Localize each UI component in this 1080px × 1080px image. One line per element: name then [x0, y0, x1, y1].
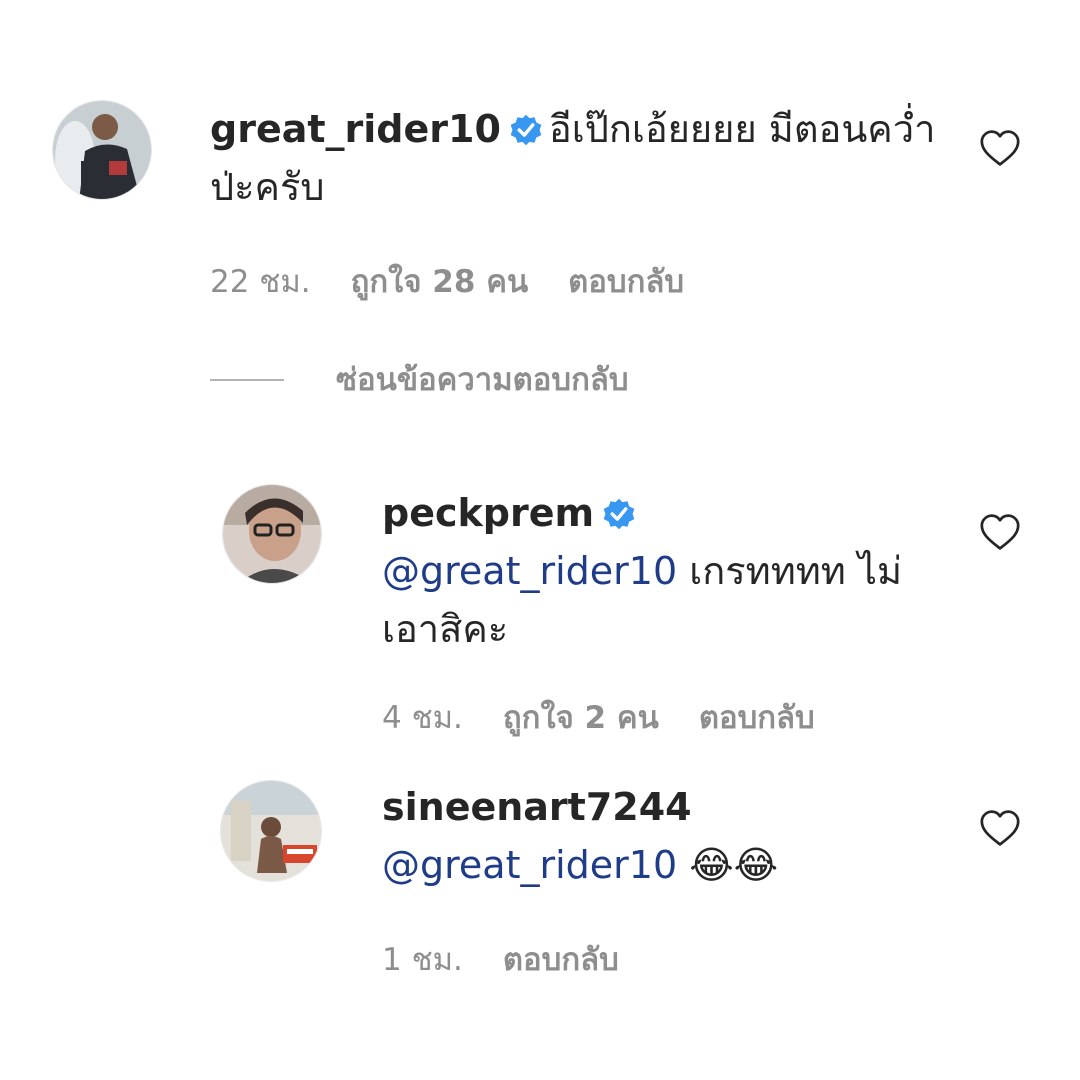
avatar-sineenart7244[interactable]	[220, 780, 322, 882]
reply-time: 1 ชม.	[382, 942, 463, 978]
comment-body: great_rider10 อีเป๊กเอ้ยยยย มีตอนคว่ำป่ะ…	[210, 100, 940, 216]
reply-time: 4 ชม.	[382, 700, 463, 736]
verified-badge-icon	[603, 498, 635, 530]
reply-username[interactable]: peckprem	[382, 491, 594, 535]
reply-button[interactable]: ตอบกลับ	[503, 940, 619, 980]
comment-time: 22 ชม.	[210, 264, 311, 300]
reply-meta: 1 ชม. ตอบกลับ	[382, 940, 619, 980]
laughing-tears-emoji: 😂😂	[689, 843, 779, 887]
comment-username[interactable]: great_rider10	[210, 107, 501, 151]
reply-body: sineenart7244 @great_rider10 😂😂	[382, 778, 922, 894]
reply-body: peckprem @great_rider10 เกรทททท ไม่เอาสิ…	[382, 484, 922, 658]
reply-username[interactable]: sineenart7244	[382, 785, 692, 829]
heart-outline-icon[interactable]	[978, 128, 1022, 168]
reply-meta: 4 ชม. ถูกใจ 2 คน ตอบกลับ	[382, 698, 815, 738]
reply-button[interactable]: ตอบกลับ	[699, 698, 815, 738]
heart-outline-icon[interactable]	[978, 512, 1022, 552]
avatar-great-rider10[interactable]	[52, 100, 152, 200]
hide-replies-label: ซ่อนข้อความตอบกลับ	[336, 362, 629, 398]
hide-replies-button[interactable]: ซ่อนข้อความตอบกลับ	[210, 360, 629, 400]
reply-button[interactable]: ตอบกลับ	[568, 262, 684, 302]
verified-badge-icon	[510, 114, 542, 146]
avatar-peckprem[interactable]	[222, 484, 322, 584]
heart-outline-icon[interactable]	[978, 808, 1022, 848]
reply-likes[interactable]: ถูกใจ 2 คน	[503, 698, 659, 738]
comment-meta: 22 ชม. ถูกใจ 28 คน ตอบกลับ	[210, 262, 684, 302]
hide-replies-line	[210, 379, 284, 381]
reply-mention[interactable]: @great_rider10	[382, 843, 677, 887]
comment-likes[interactable]: ถูกใจ 28 คน	[351, 262, 529, 302]
reply-mention[interactable]: @great_rider10	[382, 549, 677, 593]
